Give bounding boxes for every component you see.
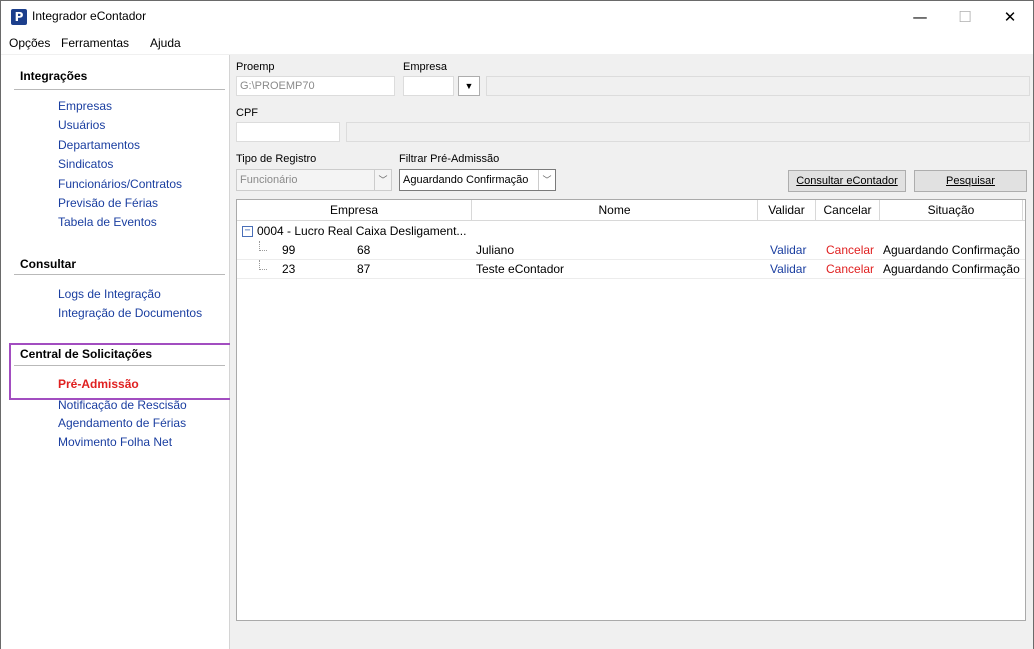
divider xyxy=(14,89,225,90)
nav-movimento-folha-net[interactable]: Movimento Folha Net xyxy=(58,435,172,449)
title-bar: P Integrador eContador — ☐ ✕ xyxy=(1,1,1033,33)
cell-situacao: Aguardando Confirmação xyxy=(883,262,1020,276)
nav-sindicatos[interactable]: Sindicatos xyxy=(58,157,113,171)
menu-bar: Opções Ferramentas Ajuda xyxy=(1,33,1033,55)
sidebar-nav: Integrações Empresas Usuários Departamen… xyxy=(1,55,234,649)
proemp-field[interactable]: G:\PROEMP70 xyxy=(236,76,395,96)
cell-number: 87 xyxy=(357,262,371,276)
column-situacao[interactable]: Situação xyxy=(880,200,1023,221)
menu-ferramentas[interactable]: Ferramentas xyxy=(61,36,129,50)
nav-agendamento-ferias[interactable]: Agendamento de Férias xyxy=(58,416,186,430)
column-empresa[interactable]: Empresa xyxy=(237,200,472,221)
validar-link[interactable]: Validar xyxy=(770,243,806,257)
column-validar[interactable]: Validar xyxy=(758,200,816,221)
collapse-icon[interactable]: − xyxy=(242,226,253,237)
group-label: 0004 - Lucro Real Caixa Desligament... xyxy=(257,224,467,238)
cpf-field[interactable] xyxy=(236,122,340,142)
grid-header: Empresa Nome Validar Cancelar Situação xyxy=(237,200,1025,221)
group-row[interactable]: − 0004 - Lucro Real Caixa Desligament... xyxy=(237,222,1025,241)
empresa-code-field[interactable] xyxy=(403,76,454,96)
minimize-icon[interactable]: — xyxy=(897,1,943,33)
tipo-registro-value: Funcionário xyxy=(240,174,298,186)
menu-ajuda[interactable]: Ajuda xyxy=(150,36,181,50)
main-panel: Proemp G:\PROEMP70 Empresa ▼ CPF Tipo de… xyxy=(230,55,1033,649)
section-central-solicitacoes: Central de Solicitações xyxy=(20,347,153,361)
nav-usuarios[interactable]: Usuários xyxy=(58,118,105,132)
section-consultar: Consultar xyxy=(20,257,77,271)
column-cancelar[interactable]: Cancelar xyxy=(816,200,880,221)
empresa-label: Empresa xyxy=(403,61,448,73)
column-nome[interactable]: Nome xyxy=(472,200,758,221)
maximize-icon[interactable]: ☐ xyxy=(942,1,988,33)
tipo-registro-select[interactable]: Funcionário ﹀ xyxy=(236,169,392,191)
chevron-down-icon: ▼ xyxy=(464,81,474,91)
table-row[interactable]: 99 68 Juliano Validar Cancelar Aguardand… xyxy=(237,241,1025,260)
nav-pre-admissao[interactable]: Pré-Admissão xyxy=(58,377,139,391)
section-integracoes: Integrações xyxy=(20,69,88,83)
cell-code: 23 xyxy=(282,262,296,276)
cell-nome: Juliano xyxy=(476,243,515,257)
validar-link[interactable]: Validar xyxy=(770,262,806,276)
menu-opcoes[interactable]: Opções xyxy=(9,36,50,50)
cell-nome: Teste eContador xyxy=(476,262,565,276)
chevron-down-icon: ﹀ xyxy=(538,170,555,190)
empresa-dropdown-button[interactable]: ▼ xyxy=(458,76,480,96)
cell-number: 68 xyxy=(357,243,371,257)
filtro-label: Filtrar Pré-Admissão xyxy=(399,153,500,165)
empresa-name-field xyxy=(486,76,1030,96)
results-grid: Empresa Nome Validar Cancelar Situação −… xyxy=(236,199,1026,621)
consultar-econtador-button[interactable]: Consultar eContador xyxy=(788,170,906,192)
cell-code: 99 xyxy=(282,243,296,257)
chevron-down-icon: ﹀ xyxy=(374,170,391,190)
app-window: P Integrador eContador — ☐ ✕ Opções Ferr… xyxy=(0,0,1034,649)
nav-notificacao-rescisao[interactable]: Notificação de Rescisão xyxy=(58,398,187,412)
cell-situacao: Aguardando Confirmação xyxy=(883,243,1020,257)
window-title: Integrador eContador xyxy=(32,9,147,23)
pesquisar-button[interactable]: Pesquisar xyxy=(914,170,1027,192)
nav-tabela-eventos[interactable]: Tabela de Eventos xyxy=(58,215,157,229)
cpf-name-field xyxy=(346,122,1030,142)
tree-connector xyxy=(259,260,267,270)
filtro-select[interactable]: Aguardando Confirmação ﹀ xyxy=(399,169,556,191)
divider xyxy=(14,365,225,366)
tipo-registro-label: Tipo de Registro xyxy=(236,153,317,165)
app-logo-icon: P xyxy=(11,9,27,25)
table-row[interactable]: 23 87 Teste eContador Validar Cancelar A… xyxy=(237,260,1025,279)
nav-previsao-ferias[interactable]: Previsão de Férias xyxy=(58,196,158,210)
nav-integracao-documentos[interactable]: Integração de Documentos xyxy=(58,306,202,320)
nav-logs-integracao[interactable]: Logs de Integração xyxy=(58,287,161,301)
cancelar-link[interactable]: Cancelar xyxy=(826,262,874,276)
nav-departamentos[interactable]: Departamentos xyxy=(58,138,140,152)
divider xyxy=(14,274,225,275)
nav-funcionarios-contratos[interactable]: Funcionários/Contratos xyxy=(58,177,182,191)
proemp-label: Proemp xyxy=(236,61,275,73)
close-icon[interactable]: ✕ xyxy=(987,1,1033,33)
cancelar-link[interactable]: Cancelar xyxy=(826,243,874,257)
nav-empresas[interactable]: Empresas xyxy=(58,99,112,113)
tree-connector xyxy=(259,241,267,251)
cpf-label: CPF xyxy=(236,107,258,119)
filtro-value: Aguardando Confirmação xyxy=(403,174,529,186)
